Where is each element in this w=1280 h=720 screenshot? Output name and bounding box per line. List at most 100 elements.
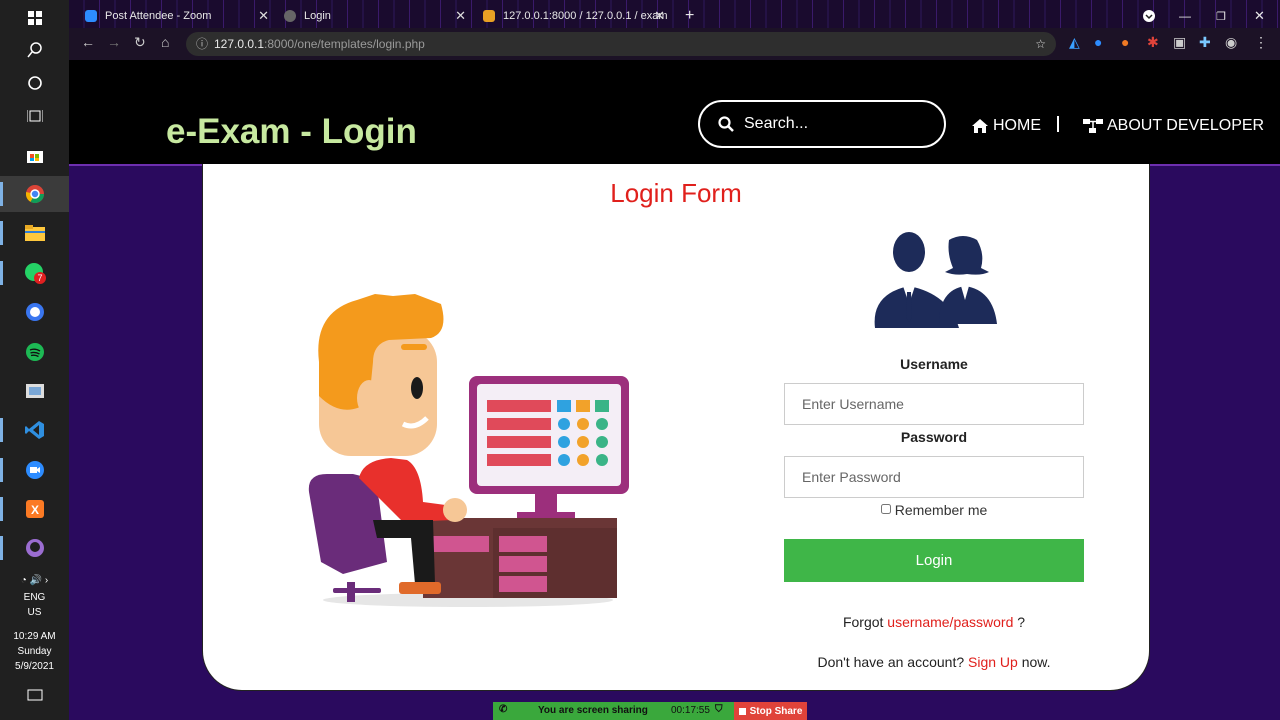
password-label: Password — [900, 429, 968, 445]
page-content: e-Exam - Login HOME ABOUT DEVELOPER Logi… — [69, 60, 1280, 720]
search-input[interactable] — [742, 114, 936, 134]
signal-icon[interactable] — [0, 294, 69, 330]
search-icon — [718, 116, 734, 132]
remember-me-label: Remember me — [894, 502, 988, 518]
nav-home-label: HOME — [993, 117, 1041, 134]
store-icon[interactable] — [0, 137, 69, 173]
forgot-password-link[interactable]: username/password — [887, 614, 1013, 630]
forgot-password-text: Forgot username/password ? — [684, 614, 1184, 630]
address-bar-row: ← → ↻ ⌂ ⓘ 127.0.0.1:8000/one/templates/l… — [69, 28, 1280, 60]
stop-icon — [738, 707, 746, 715]
address-bar[interactable]: ⓘ 127.0.0.1:8000/one/templates/login.php… — [186, 32, 1056, 56]
sitemap-icon — [1083, 119, 1103, 133]
shield-icon: ⛉ — [715, 704, 723, 715]
home-icon[interactable]: ⌂ — [161, 34, 169, 50]
bookmark-star-icon[interactable]: ☆ — [1035, 32, 1046, 56]
windows-taskbar: 7 X ◔ 🔊 › ENG US 10:29 AM Sunday 5/9/202… — [0, 0, 69, 720]
student-at-computer-illustration — [308, 294, 629, 607]
close-window-button[interactable]: ✕ — [1254, 4, 1265, 28]
login-button[interactable]: Login — [784, 539, 1084, 582]
extension-icon[interactable]: ✱ — [1147, 34, 1159, 51]
back-icon[interactable]: ← — [81, 34, 95, 50]
sharing-status-text: You are screen sharing — [538, 705, 648, 716]
nav-divider — [1057, 116, 1059, 132]
zoom-taskbar-icon[interactable] — [0, 452, 69, 488]
forward-icon[interactable]: → — [107, 34, 121, 50]
url-path: :8000/one/templates/login.php — [264, 37, 425, 51]
notification-badge: 7 — [37, 273, 42, 283]
extension-icon[interactable]: ● — [1094, 34, 1102, 50]
close-tab-icon[interactable]: ✕ — [654, 8, 665, 24]
chrome-taskbar-icon[interactable] — [0, 176, 69, 212]
phone-icon: ✆ — [499, 704, 508, 715]
extension-icon[interactable]: ● — [1121, 34, 1129, 50]
browser-chrome: Post Attendee - Zoom ✕ Login ✕ 127.0.0.1… — [69, 0, 1280, 60]
username-field[interactable] — [784, 383, 1084, 425]
tab-title: Post Attendee - Zoom — [105, 10, 212, 22]
extension-icon[interactable]: ◭ — [1069, 34, 1080, 51]
tab-title: Login — [304, 10, 331, 22]
reload-icon[interactable]: ↻ — [134, 34, 146, 51]
photos-app-icon[interactable] — [0, 373, 69, 409]
phpmyadmin-favicon-icon — [483, 10, 495, 22]
windows-start-icon[interactable] — [0, 0, 69, 36]
remember-me-row: Remember me — [784, 502, 1084, 518]
info-icon: ⓘ — [196, 37, 209, 51]
language-indicator[interactable]: ENG US — [0, 590, 69, 620]
spotify-icon[interactable] — [0, 334, 69, 370]
stop-share-button[interactable]: Stop Share — [734, 702, 807, 720]
file-explorer-icon[interactable] — [0, 215, 69, 251]
extension-icon[interactable]: ▣ — [1173, 34, 1186, 51]
remember-me-checkbox[interactable] — [880, 504, 891, 514]
search-icon[interactable] — [0, 32, 69, 68]
signup-text: Don't have an account? Sign Up now. — [684, 654, 1184, 670]
maximize-button[interactable]: ❐ — [1216, 4, 1226, 28]
minimize-button[interactable]: — — [1179, 4, 1191, 28]
xampp-icon[interactable]: X — [0, 491, 69, 527]
vscode-icon[interactable] — [0, 412, 69, 448]
region-code: US — [27, 607, 42, 618]
signup-suffix: now. — [1021, 654, 1051, 670]
login-card: Login Form Username Enter Username Passw… — [202, 164, 1150, 691]
clock-time: 10:29 AM — [13, 631, 56, 642]
clock-day: Sunday — [17, 646, 52, 657]
task-view-icon[interactable] — [0, 98, 69, 134]
tab-title: 127.0.0.1:8000 / 127.0.0.1 / exam — [503, 10, 668, 22]
svg-text:X: X — [30, 503, 38, 517]
nav-about-label: ABOUT DEVELOPER — [1107, 117, 1265, 134]
tab-zoom[interactable]: Post Attendee - Zoom ✕ — [85, 4, 275, 28]
form-title: Login Form — [610, 178, 742, 208]
zoom-favicon-icon — [85, 10, 97, 22]
tab-search-icon[interactable] — [1143, 4, 1155, 28]
password-field[interactable] — [784, 456, 1084, 498]
tab-login[interactable]: Login ✕ — [284, 4, 472, 28]
new-tab-button[interactable]: + — [685, 4, 694, 28]
nav-home-link[interactable]: HOME — [971, 117, 1041, 135]
stop-share-label: Stop Share — [749, 705, 803, 717]
globe-favicon-icon — [284, 10, 296, 22]
home-icon — [972, 119, 988, 133]
whatsapp-icon[interactable]: 7 — [0, 255, 69, 291]
github-icon[interactable] — [0, 530, 69, 566]
signup-prefix: Don't have an account? — [817, 654, 965, 670]
site-brand: e-Exam - Login — [166, 112, 417, 151]
notification-center-icon[interactable] — [0, 678, 69, 714]
profile-avatar-icon[interactable]: ◉ — [1225, 34, 1237, 51]
clock[interactable]: 10:29 AM Sunday 5/9/2021 — [0, 629, 69, 674]
username-label: Username — [900, 356, 968, 372]
menu-kebab-icon[interactable]: ⋮ — [1254, 34, 1268, 51]
signup-link[interactable]: Sign Up — [968, 654, 1018, 670]
sharing-timer: 00:17:55 — [671, 705, 710, 716]
forgot-suffix: ? — [1017, 614, 1026, 630]
close-tab-icon[interactable]: ✕ — [455, 8, 466, 24]
nav-about-link[interactable]: ABOUT DEVELOPER — [1083, 117, 1264, 135]
zoom-share-bar: ✆ You are screen sharing 00:17:55 ⛉ Stop… — [493, 702, 807, 720]
forgot-prefix: Forgot — [842, 614, 884, 630]
extensions-puzzle-icon[interactable]: ✚ — [1199, 34, 1211, 51]
close-tab-icon[interactable]: ✕ — [258, 8, 269, 24]
search-box[interactable] — [698, 100, 946, 148]
tab-strip: Post Attendee - Zoom ✕ Login ✕ 127.0.0.1… — [69, 0, 1280, 28]
system-tray-icons[interactable]: ◔ 🔊 › — [0, 573, 69, 588]
cortana-icon[interactable] — [0, 65, 69, 101]
tab-phpmyadmin[interactable]: 127.0.0.1:8000 / 127.0.0.1 / exam ✕ — [483, 4, 671, 28]
